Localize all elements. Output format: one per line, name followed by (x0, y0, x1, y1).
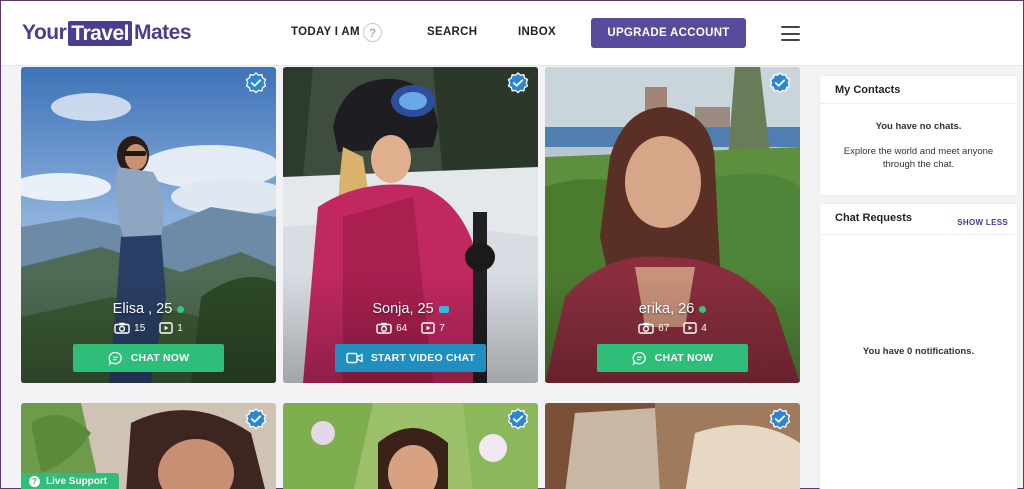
divider (820, 234, 1017, 235)
profile-name: erika, 26 (545, 301, 800, 317)
nav-inbox[interactable]: INBOX (518, 26, 556, 38)
logo-text-travel: Travel (68, 20, 132, 46)
online-status-icon (177, 305, 185, 313)
profile-card[interactable]: Elisa , 25 15 1 CHAT NOW (21, 67, 276, 383)
profile-media-counts: 64 7 (283, 322, 538, 334)
camera-icon (376, 322, 392, 334)
profile-photo[interactable] (545, 403, 800, 489)
profile-media-counts: 15 1 (21, 322, 276, 334)
verified-badge-icon (245, 408, 267, 430)
video-available-icon (438, 305, 449, 313)
logo-text-mates: Mates (134, 21, 192, 44)
help-circle-icon: ? (29, 476, 40, 487)
start-video-chat-label: START VIDEO CHAT (370, 352, 476, 364)
photo-count: 15 (134, 322, 146, 334)
show-less-toggle[interactable]: SHOW LESS (957, 218, 1008, 227)
no-notifications-message: You have 0 notifications. (862, 346, 975, 357)
profile-photo[interactable] (283, 403, 538, 489)
chat-now-button[interactable]: CHAT NOW (597, 344, 748, 372)
verified-badge-icon (769, 72, 791, 94)
nav-today-i-am[interactable]: TODAY I AM (291, 26, 360, 38)
verified-badge-icon (769, 408, 791, 430)
online-status-icon (699, 305, 707, 313)
logo-text-your: Your (22, 21, 67, 44)
profile-name: Sonja, 25 (283, 301, 538, 317)
photo-count: 64 (396, 322, 408, 334)
live-support-button[interactable]: ? Live Support (21, 473, 119, 489)
profile-name-text: Sonja, 25 (372, 301, 434, 317)
profile-name-text: Elisa , 25 (112, 301, 173, 317)
profile-card[interactable] (545, 403, 800, 489)
start-video-chat-button[interactable]: START VIDEO CHAT (335, 344, 486, 372)
help-icon[interactable]: ? (363, 23, 382, 42)
no-chats-hint-line2: through the chat. (882, 159, 955, 170)
chat-now-label: CHAT NOW (130, 352, 190, 364)
profile-card[interactable] (283, 403, 538, 489)
profile-media-counts: 67 4 (545, 322, 800, 334)
site-logo[interactable]: Your Travel Mates (22, 19, 192, 47)
chat-now-button[interactable]: CHAT NOW (73, 344, 224, 372)
upgrade-account-button[interactable]: UPGRADE ACCOUNT (591, 18, 746, 48)
hamburger-menu-icon[interactable] (781, 26, 800, 41)
profile-name-text: erika, 26 (638, 301, 695, 317)
verified-badge-icon (507, 408, 529, 430)
video-icon (421, 322, 435, 334)
verified-badge-icon (245, 72, 267, 94)
profile-card[interactable]: Sonja, 25 64 7 START VIDEO CHAT (283, 67, 538, 383)
video-icon (159, 322, 173, 334)
camera-icon (114, 322, 130, 334)
profile-name: Elisa , 25 (21, 301, 276, 317)
no-chats-message: You have no chats. (875, 121, 962, 132)
no-chats-hint-line1: Explore the world and meet anyone (843, 146, 994, 157)
video-count: 7 (439, 322, 445, 334)
my-contacts-title: My Contacts (835, 84, 901, 96)
video-count: 1 (177, 322, 183, 334)
video-count: 4 (701, 322, 707, 334)
nav-search[interactable]: SEARCH (427, 26, 477, 38)
top-header: Your Travel Mates TODAY I AM ? SEARCH IN… (1, 1, 1023, 66)
chat-bubble-icon (632, 351, 646, 366)
chat-now-label: CHAT NOW (654, 352, 714, 364)
my-contacts-panel: My Contacts You have no chats. Explore t… (819, 75, 1018, 196)
live-support-label: Live Support (46, 476, 108, 487)
chat-requests-title: Chat Requests (835, 212, 913, 224)
chat-bubble-icon (108, 351, 122, 366)
chat-requests-panel: Chat Requests SHOW LESS You have 0 notif… (819, 203, 1018, 489)
verified-badge-icon (507, 72, 529, 94)
camera-icon (638, 322, 654, 334)
divider (820, 103, 1017, 104)
profile-card[interactable]: erika, 26 67 4 CHAT NOW (545, 67, 800, 383)
video-icon (683, 322, 697, 334)
photo-count: 67 (658, 322, 670, 334)
video-camera-icon (346, 352, 363, 364)
